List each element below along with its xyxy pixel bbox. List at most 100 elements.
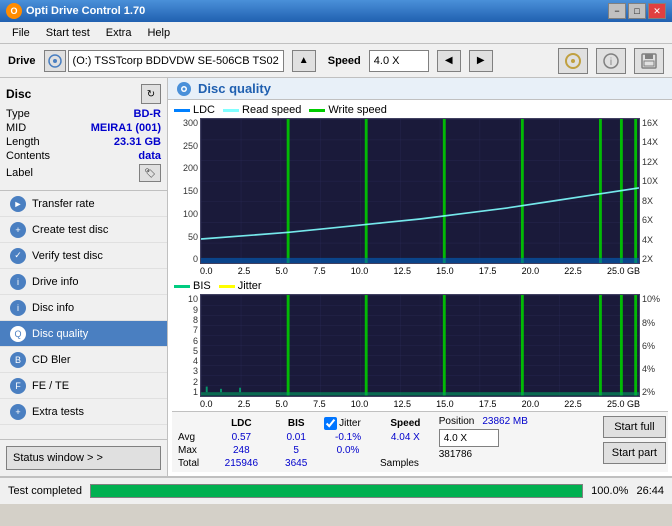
sidebar-item-drive-info[interactable]: i Drive info <box>0 269 167 295</box>
toolbar-info-button[interactable]: i <box>596 48 626 74</box>
position-row: Position 23862 MB <box>439 416 528 427</box>
status-window-label: Status window > > <box>13 452 103 464</box>
app-icon: O <box>6 3 22 19</box>
write-speed-label: Write speed <box>328 104 387 116</box>
speed-row: 4.0 X <box>439 429 499 447</box>
disc-label-label: Label <box>6 167 33 179</box>
sidebar-item-disc-quality[interactable]: Q Disc quality <box>0 321 167 347</box>
menu-start-test[interactable]: Start test <box>38 25 98 41</box>
title-bar-controls: − □ ✕ <box>608 3 666 19</box>
chart2-y-axis-right: 10% 8% 6% 4% 2% <box>640 294 668 397</box>
sidebar-item-create-test-disc[interactable]: + Create test disc <box>0 217 167 243</box>
menu-help[interactable]: Help <box>139 25 178 41</box>
disc-label-button[interactable]: 🏷 <box>139 164 161 182</box>
sidebar-item-verify-test-disc[interactable]: ✓ Verify test disc <box>0 243 167 269</box>
menu-bar: File Start test Extra Help <box>0 22 672 44</box>
bis-total: 3645 <box>272 457 320 470</box>
disc-section-title: Disc <box>6 87 31 101</box>
verify-test-disc-label: Verify test disc <box>32 250 103 262</box>
status-window-button[interactable]: Status window > > <box>6 446 161 470</box>
menu-file[interactable]: File <box>4 25 38 41</box>
sidebar-item-cd-bler[interactable]: B CD Bler <box>0 347 167 373</box>
progress-bar-container <box>90 484 583 498</box>
chart2-container: 10 9 8 7 6 5 4 3 2 1 <box>172 294 668 397</box>
jitter-max: 0.0% <box>320 444 376 457</box>
action-buttons: Start full Start part <box>603 416 666 464</box>
chart-area: LDC Read speed Write speed 300 250 200 <box>168 100 672 476</box>
position-value: 23862 MB <box>482 416 528 427</box>
samples-value-row: 381786 <box>439 449 472 460</box>
ldc-avg: 0.57 <box>210 431 272 444</box>
write-speed-legend: Write speed <box>309 104 387 116</box>
disc-type-label: Type <box>6 108 30 120</box>
total-label: Total <box>174 457 210 470</box>
extra-tests-icon: + <box>10 404 26 420</box>
drive-eject-button[interactable]: ▲ <box>292 50 316 72</box>
bis-header: BIS <box>272 416 320 431</box>
close-button[interactable]: ✕ <box>648 3 666 19</box>
stats-max-row: Max 248 5 0.0% <box>174 444 435 457</box>
start-part-button[interactable]: Start part <box>603 442 666 464</box>
chart1-svg <box>201 119 639 263</box>
stats-table: LDC BIS Jitter Speed Avg 0.57 0.01 -0.1% <box>174 416 435 470</box>
app-title: Opti Drive Control 1.70 <box>26 5 145 17</box>
progress-percentage: 100.0% <box>591 485 628 497</box>
bis-max: 5 <box>272 444 320 457</box>
title-bar-left: O Opti Drive Control 1.70 <box>6 3 145 19</box>
samples-value: 381786 <box>439 449 472 460</box>
disc-length-row: Length 23.31 GB <box>6 136 161 148</box>
disc-type-row: Type BD-R <box>6 108 161 120</box>
test-completed-text: Test completed <box>8 485 82 497</box>
disc-mid-label: MID <box>6 122 26 134</box>
toolbar-disc-button[interactable] <box>558 48 588 74</box>
bis-avg: 0.01 <box>272 431 320 444</box>
chart1-plot <box>200 118 640 264</box>
speed-down-button[interactable]: ◀ <box>437 50 461 72</box>
ldc-total: 215946 <box>210 457 272 470</box>
drive-select[interactable]: (O:) TSSTcorp BDDVDW SE-506CB TS02 <box>68 50 284 72</box>
jitter-legend: Jitter <box>219 280 262 292</box>
disc-refresh-button[interactable]: ↻ <box>141 84 161 104</box>
main-content: Disc ↻ Type BD-R MID MEIRA1 (001) Length… <box>0 78 672 476</box>
sidebar-item-transfer-rate[interactable]: ► Transfer rate <box>0 191 167 217</box>
speed-label: Speed <box>328 55 361 67</box>
speed-select[interactable]: 4.0 X <box>369 50 429 72</box>
position-label: Position <box>439 416 475 427</box>
menu-extra[interactable]: Extra <box>98 25 140 41</box>
sidebar-item-extra-tests[interactable]: + Extra tests <box>0 399 167 425</box>
create-test-disc-label: Create test disc <box>32 224 108 236</box>
bis-color <box>174 285 190 288</box>
extra-tests-label: Extra tests <box>32 406 84 418</box>
chart1-y-axis-left: 300 250 200 150 100 50 0 <box>172 118 200 264</box>
disc-quality-header-icon <box>176 81 192 97</box>
disc-length-label: Length <box>6 136 40 148</box>
disc-length-value: 23.31 GB <box>114 136 161 148</box>
stats-total-row: Total 215946 3645 Samples <box>174 457 435 470</box>
sidebar-item-fe-te[interactable]: F FE / TE <box>0 373 167 399</box>
maximize-button[interactable]: □ <box>628 3 646 19</box>
chart2-x-axis: 0.0 2.5 5.0 7.5 10.0 12.5 15.0 17.5 20.0… <box>172 399 668 409</box>
chart2-legend: BIS Jitter <box>172 280 668 292</box>
bis-label: BIS <box>193 280 211 292</box>
create-test-disc-icon: + <box>10 222 26 238</box>
read-speed-legend: Read speed <box>223 104 301 116</box>
svg-text:i: i <box>610 57 612 68</box>
sidebar-item-disc-info[interactable]: i Disc info <box>0 295 167 321</box>
toolbar-save-button[interactable] <box>634 48 664 74</box>
speed-avg: 4.04 X <box>376 431 435 444</box>
chart1-y-axis-right: 16X 14X 12X 10X 8X 6X 4X 2X <box>640 118 668 264</box>
speed-up-button[interactable]: ▶ <box>469 50 493 72</box>
content-area: Disc quality LDC Read speed Write speed <box>168 78 672 476</box>
title-bar: O Opti Drive Control 1.70 − □ ✕ <box>0 0 672 22</box>
max-label: Max <box>174 444 210 457</box>
jitter-checkbox[interactable] <box>324 417 337 430</box>
ldc-legend: LDC <box>174 104 215 116</box>
minimize-button[interactable]: − <box>608 3 626 19</box>
transfer-rate-icon: ► <box>10 196 26 212</box>
elapsed-time: 26:44 <box>636 485 664 497</box>
jitter-header-cell: Jitter <box>320 416 376 431</box>
transfer-rate-label: Transfer rate <box>32 198 95 210</box>
start-full-button[interactable]: Start full <box>603 416 666 438</box>
content-title: Disc quality <box>198 81 271 96</box>
disc-label-row: Label 🏷 <box>6 164 161 182</box>
